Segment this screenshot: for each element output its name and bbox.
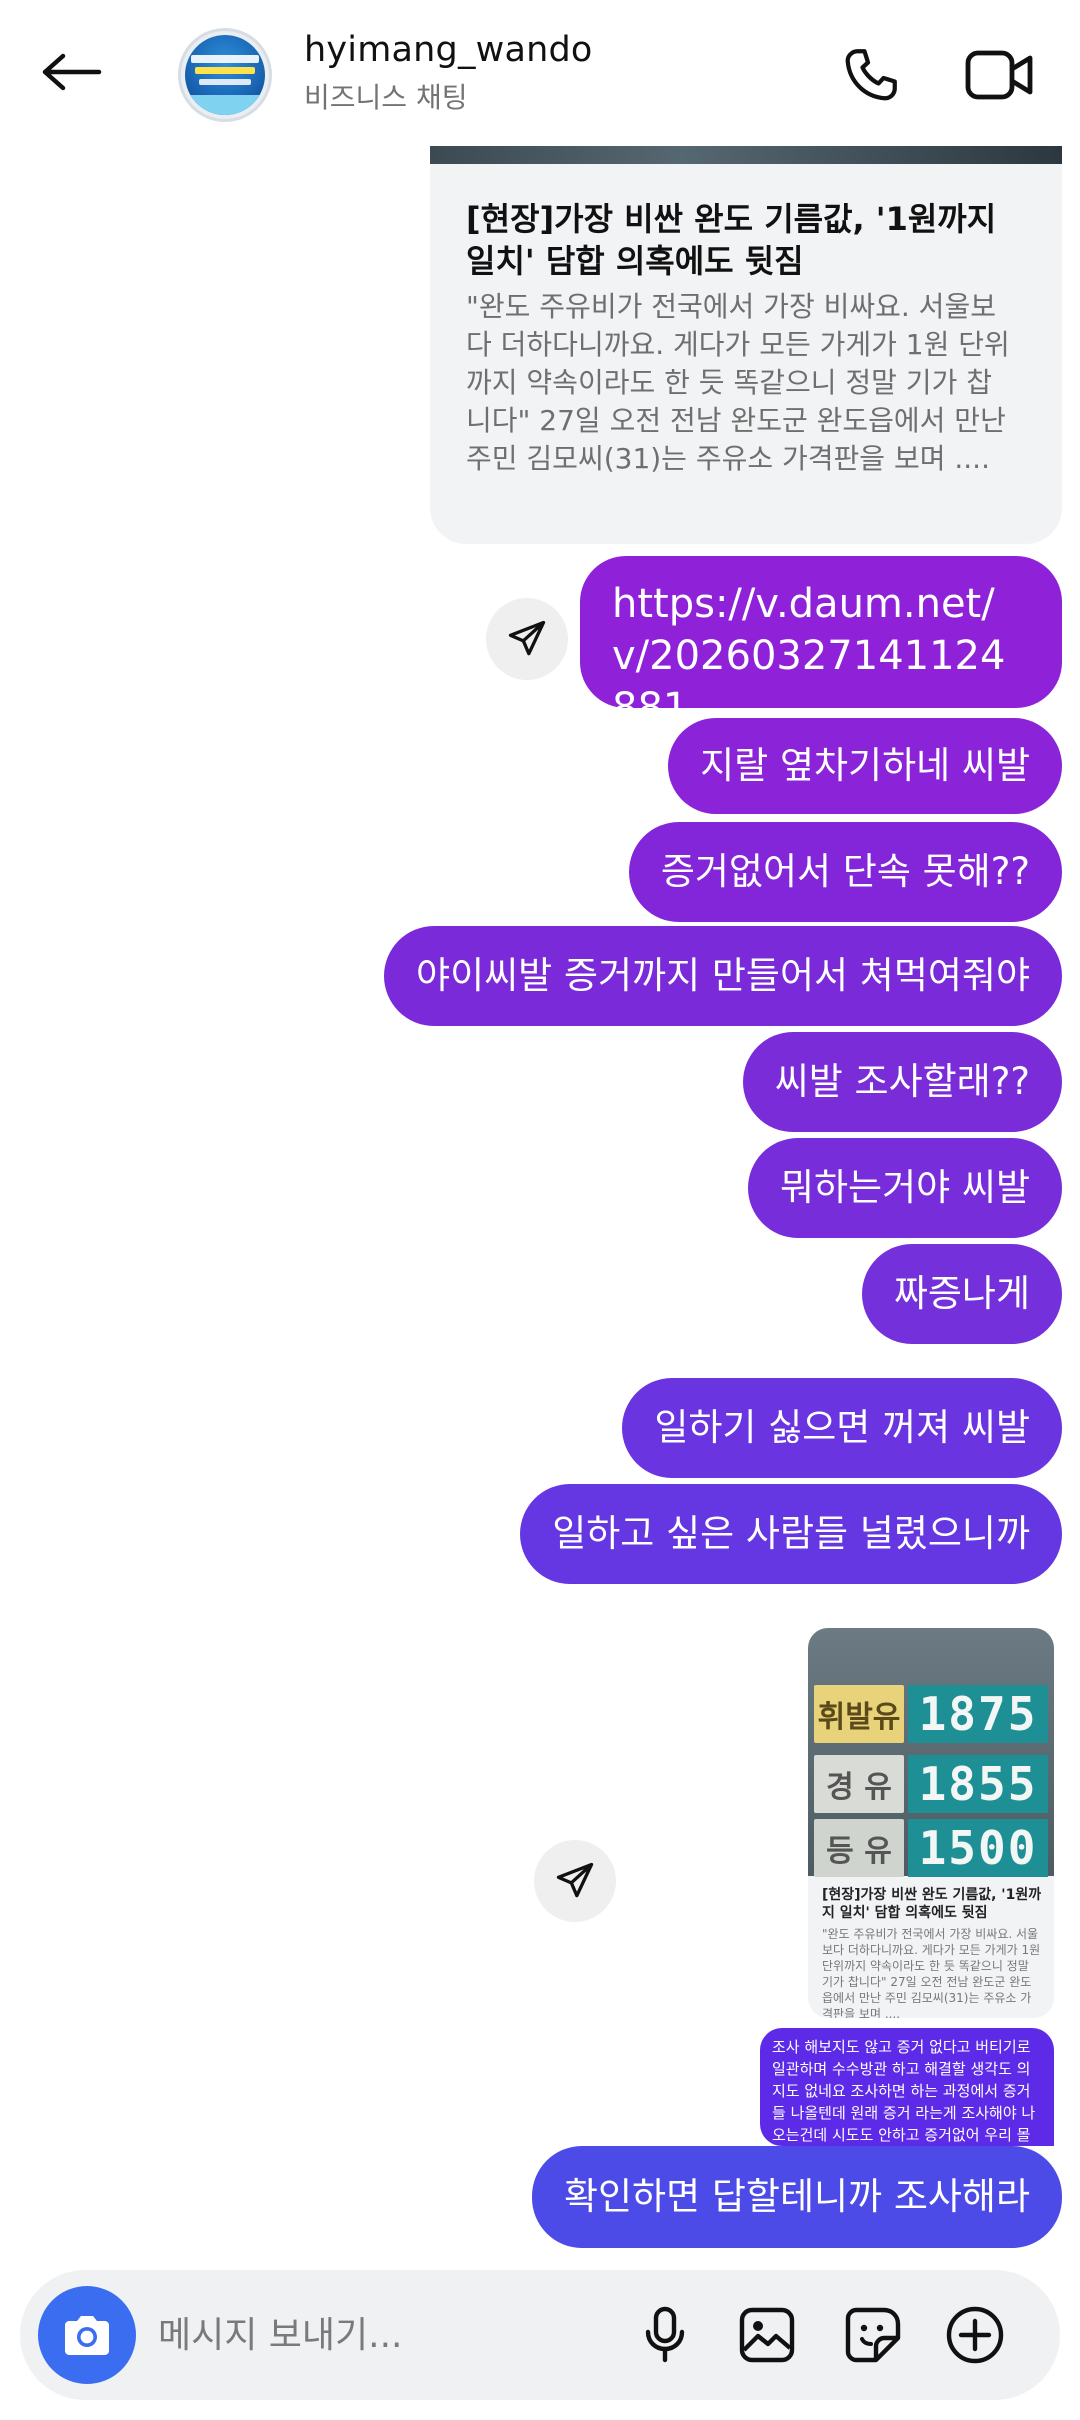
fuel-price: 1875 <box>908 1685 1048 1743</box>
link-preview-card[interactable]: [현장]가장 비싼 완도 기름값, '1원까지 일치' 담합 의혹에도 뒷짐 "… <box>430 146 1062 544</box>
price-row: 등 유 1500 <box>814 1814 1048 1882</box>
shared-article-card[interactable]: 휘발유 1875 경 유 1855 등 유 1500 [현장]가장 비싼 완도 … <box>808 1628 1054 2018</box>
camera-icon[interactable] <box>38 2286 136 2384</box>
fuel-price: 1500 <box>908 1819 1048 1877</box>
fuel-label: 휘발유 <box>814 1685 904 1743</box>
back-arrow-icon[interactable] <box>36 42 108 102</box>
gallery-image-icon[interactable] <box>732 2300 802 2370</box>
phone-call-icon[interactable] <box>836 40 906 110</box>
shared-article-description: "완도 주유비가 전국에서 가장 비싸요. 서울보다 더하다니까요. 게다가 모… <box>822 1927 1041 2018</box>
fuel-label: 등 유 <box>814 1819 904 1877</box>
message-bubble[interactable]: 야이씨발 증거까지 만들어서 쳐먹여줘야 <box>384 926 1062 1026</box>
video-call-icon[interactable] <box>960 40 1040 110</box>
message-text: 조사 해보지도 않고 증거 없다고 버티기로 일관하며 수수방관 하고 해결할 … <box>772 2038 1036 2144</box>
message-bubble[interactable]: 확인하면 답할테니까 조사해라 <box>531 2146 1062 2248</box>
fuel-price: 1855 <box>908 1755 1048 1813</box>
message-text: 짜증나게 <box>893 1272 1030 1315</box>
gas-price-photo: 휘발유 1875 경 유 1855 등 유 1500 <box>808 1628 1054 1877</box>
share-icon[interactable] <box>534 1840 616 1922</box>
link-preview-image <box>430 146 1062 164</box>
message-bubble[interactable]: 짜증나게 <box>861 1244 1062 1344</box>
link-preview-description: "완도 주유비가 전국에서 가장 비싸요. 서울보다 더하다니까요. 게다가 모… <box>466 290 1010 475</box>
shared-article-title: [현장]가장 비싼 완도 기름값, '1원까지 일치' 담합 의혹에도 뒷짐 <box>822 1887 1042 1921</box>
microphone-icon[interactable] <box>630 2300 700 2370</box>
message-text: 일하기 싫으면 꺼져 씨발 <box>654 1406 1030 1449</box>
message-composer <box>20 2270 1060 2400</box>
message-bubble[interactable]: 일하고 싶은 사람들 널렸으니까 <box>520 1484 1062 1584</box>
link-preview-title: [현장]가장 비싼 완도 기름값, '1원까지 일치' 담합 의혹에도 뒷짐 <box>466 200 997 280</box>
message-text: https://v.daum.net/v/20260327141124881 <box>612 581 1006 731</box>
message-text: 야이씨발 증거까지 만들어서 쳐먹여줘야 <box>416 954 1030 997</box>
message-bubble[interactable]: 일하기 싫으면 꺼져 씨발 <box>622 1378 1062 1478</box>
message-text: 지랄 옆차기하네 씨발 <box>700 744 1030 787</box>
sticker-icon[interactable] <box>838 2300 908 2370</box>
message-text: 씨발 조사할래?? <box>774 1060 1030 1103</box>
chat-header: hyimang_wando 비즈니스 채팅 <box>0 0 1080 146</box>
message-text: 증거없어서 단속 못해?? <box>660 850 1030 893</box>
message-text: 일하고 싶은 사람들 널렸으니까 <box>552 1512 1030 1555</box>
message-bubble[interactable]: 증거없어서 단속 못해?? <box>628 822 1062 922</box>
username: hyimang_wando <box>304 30 593 70</box>
message-bubble[interactable]: 뭐하는거야 씨발 <box>747 1138 1062 1238</box>
message-bubble-small[interactable]: 조사 해보지도 않고 증거 없다고 버티기로 일관하며 수수방관 하고 해결할 … <box>760 2028 1054 2146</box>
avatar[interactable] <box>178 28 272 122</box>
chat-subtitle: 비즈니스 채팅 <box>304 81 468 114</box>
message-text: 확인하면 답할테니까 조사해라 <box>563 2175 1030 2218</box>
add-plus-icon[interactable] <box>940 2300 1010 2370</box>
share-icon[interactable] <box>486 598 568 680</box>
price-row: 휘발유 1875 <box>814 1680 1048 1748</box>
chat-title[interactable]: hyimang_wando 비즈니스 채팅 <box>304 30 593 116</box>
price-row: 경 유 1855 <box>814 1750 1048 1818</box>
fuel-label: 경 유 <box>814 1755 904 1813</box>
message-bubble[interactable]: 씨발 조사할래?? <box>742 1032 1062 1132</box>
message-text: 뭐하는거야 씨발 <box>779 1166 1030 1209</box>
message-input[interactable] <box>158 2300 628 2370</box>
message-bubble[interactable]: 지랄 옆차기하네 씨발 <box>668 718 1062 814</box>
message-bubble-link[interactable]: https://v.daum.net/v/20260327141124881 <box>580 556 1062 731</box>
